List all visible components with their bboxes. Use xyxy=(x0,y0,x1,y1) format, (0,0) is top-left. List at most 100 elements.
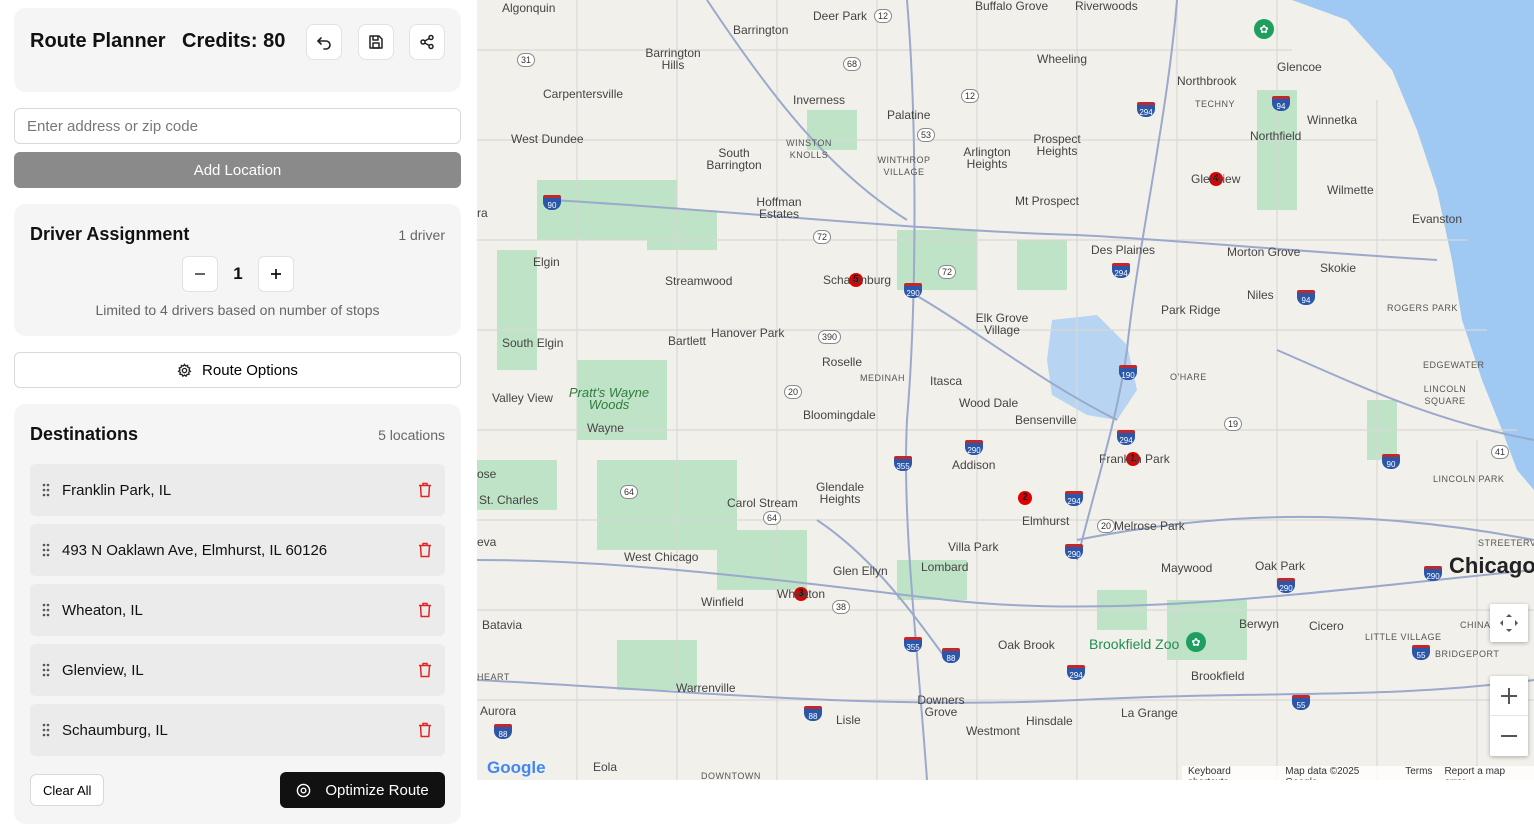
save-button[interactable] xyxy=(358,24,394,60)
drag-handle-icon[interactable] xyxy=(30,483,62,497)
map-label: Mt Prospect xyxy=(1015,194,1080,208)
map-label: WINTHROP VILLAGE xyxy=(877,155,931,177)
interstate-shield: 90 xyxy=(1382,454,1400,469)
map-label: Schaumburg xyxy=(823,273,892,287)
map-label: BRIDGEPORT xyxy=(1435,649,1500,659)
map-label: Buffalo Grove xyxy=(975,0,1049,13)
delete-destination-button[interactable] xyxy=(405,602,445,618)
zoom-out-button[interactable] xyxy=(1490,716,1528,756)
map-label: Bensenville xyxy=(1015,413,1077,427)
map-label: Elk Grove Village xyxy=(975,311,1029,337)
map-data-text: Map data ©2025 Google xyxy=(1285,766,1360,780)
map-label: Downers Grove xyxy=(917,693,965,719)
destinations-title: Destinations xyxy=(30,424,139,444)
optimize-route-label: Optimize Route xyxy=(325,781,429,799)
map-zoom-controls xyxy=(1490,676,1528,756)
map-label: Arlington Heights xyxy=(963,145,1011,171)
terms-link[interactable]: Terms xyxy=(1405,766,1432,780)
clear-all-button[interactable]: Clear All xyxy=(30,774,105,806)
map-label: Bloomingdale xyxy=(803,408,876,422)
map-label: West Dundee xyxy=(511,132,584,146)
interstate-shield: 90 xyxy=(543,195,561,210)
map-label: Roselle xyxy=(822,355,863,369)
trash-icon xyxy=(419,482,431,498)
map-label: ROGERS PARK xyxy=(1387,303,1458,313)
drag-handle-icon[interactable] xyxy=(30,723,62,737)
destination-label: Glenview, IL xyxy=(62,661,144,679)
park-poi-icon[interactable]: ✿ xyxy=(1254,19,1274,39)
map-label: LINCOLN PARK xyxy=(1433,474,1505,484)
map-label: Streamwood xyxy=(665,274,733,288)
drag-handle-icon[interactable] xyxy=(30,603,62,617)
route-marker[interactable]: 2 xyxy=(1018,491,1032,505)
map-label: LINCOLN SQUARE xyxy=(1423,384,1467,406)
destination-item[interactable]: Franklin Park, IL xyxy=(30,464,445,516)
interstate-shield: 88 xyxy=(942,648,960,663)
drag-handle-icon[interactable] xyxy=(30,663,62,677)
delete-destination-button[interactable] xyxy=(405,722,445,738)
address-input[interactable] xyxy=(14,108,461,144)
destination-label: Wheaton, IL xyxy=(62,601,143,619)
interstate-shield: 290 xyxy=(965,440,983,455)
zoo-poi-icon[interactable]: ✿ xyxy=(1186,632,1206,652)
route-options-button[interactable]: Route Options xyxy=(14,352,461,388)
map-view[interactable]: 1 2 3 4 5 Algonquin Deer Park Buffalo Gr… xyxy=(477,0,1534,780)
destination-item[interactable]: Glenview, IL xyxy=(30,644,445,696)
route-shield: 64 xyxy=(620,485,639,499)
interstate-shield: 290 xyxy=(1277,578,1295,593)
route-shield: 390 xyxy=(818,330,842,344)
delete-destination-button[interactable] xyxy=(405,662,445,678)
map-label: Aurora xyxy=(480,704,517,718)
destination-label: Franklin Park, IL xyxy=(62,481,172,499)
increment-driver-button[interactable] xyxy=(258,256,294,292)
driver-limit-text: Limited to 4 drivers based on number of … xyxy=(95,302,380,318)
map-label: Lisle xyxy=(836,713,861,727)
google-logo: Google xyxy=(487,758,546,777)
map-label: Berwyn xyxy=(1239,617,1280,631)
keyboard-shortcuts-link[interactable]: Keyboard shortcuts xyxy=(1188,766,1273,780)
map-fullscreen-button[interactable] xyxy=(1490,604,1528,642)
header-card: Route Planner Credits: 80 xyxy=(14,8,461,92)
map-label: Morton Grove xyxy=(1227,245,1301,259)
map-label: South Elgin xyxy=(502,336,564,350)
map-label: eva xyxy=(477,535,497,549)
map-label: Wheaton xyxy=(777,587,826,601)
map-label: Northfield xyxy=(1250,129,1302,143)
driver-assignment-card: Driver Assignment 1 driver 1 Limited to … xyxy=(14,204,461,336)
sidebar: Route Planner Credits: 80 Add Location D… xyxy=(0,0,477,834)
map-label: Glendale Heights xyxy=(816,480,865,506)
zoom-in-button[interactable] xyxy=(1490,676,1528,716)
drag-handle-icon[interactable] xyxy=(30,543,62,557)
destination-item[interactable]: Schaumburg, IL xyxy=(30,704,445,756)
map-label: O'HARE xyxy=(1170,372,1207,382)
route-shield: 72 xyxy=(813,230,832,244)
map-label: Wheeling xyxy=(1037,52,1088,66)
route-shield: 68 xyxy=(843,57,862,71)
interstate-shield: 290 xyxy=(1424,566,1442,581)
map-label: Hoffman Estates xyxy=(756,195,802,221)
map-label: Valley View xyxy=(492,391,553,405)
add-location-button[interactable]: Add Location xyxy=(14,152,461,188)
interstate-shield: 294 xyxy=(1067,665,1085,680)
map-label: Elgin xyxy=(533,255,560,269)
map-label: Deer Park xyxy=(813,9,868,23)
destination-label: 493 N Oaklawn Ave, Elmhurst, IL 60126 xyxy=(62,541,328,559)
interstate-shield: 294 xyxy=(1112,263,1130,278)
route-shield: 12 xyxy=(874,9,893,23)
destination-item[interactable]: Wheaton, IL xyxy=(30,584,445,636)
interstate-shield: 290 xyxy=(1065,544,1083,559)
delete-destination-button[interactable] xyxy=(405,482,445,498)
optimize-route-button[interactable]: Optimize Route xyxy=(280,772,445,808)
map-label: Bartlett xyxy=(668,334,707,348)
share-button[interactable] xyxy=(409,24,445,60)
map-label: Barrington Hills xyxy=(645,46,701,72)
report-error-link[interactable]: Report a map error xyxy=(1444,766,1528,780)
destinations-card: Destinations 5 locations Franklin Park, … xyxy=(14,404,461,824)
map-label: Oak Brook xyxy=(998,638,1055,652)
delete-destination-button[interactable] xyxy=(405,542,445,558)
map-attribution: Keyboard shortcuts Map data ©2025 Google… xyxy=(1182,766,1534,780)
decrement-driver-button[interactable] xyxy=(182,256,218,292)
destination-item[interactable]: 493 N Oaklawn Ave, Elmhurst, IL 60126 xyxy=(30,524,445,576)
map-label: Prospect Heights xyxy=(1033,132,1081,158)
undo-button[interactable] xyxy=(306,24,342,60)
